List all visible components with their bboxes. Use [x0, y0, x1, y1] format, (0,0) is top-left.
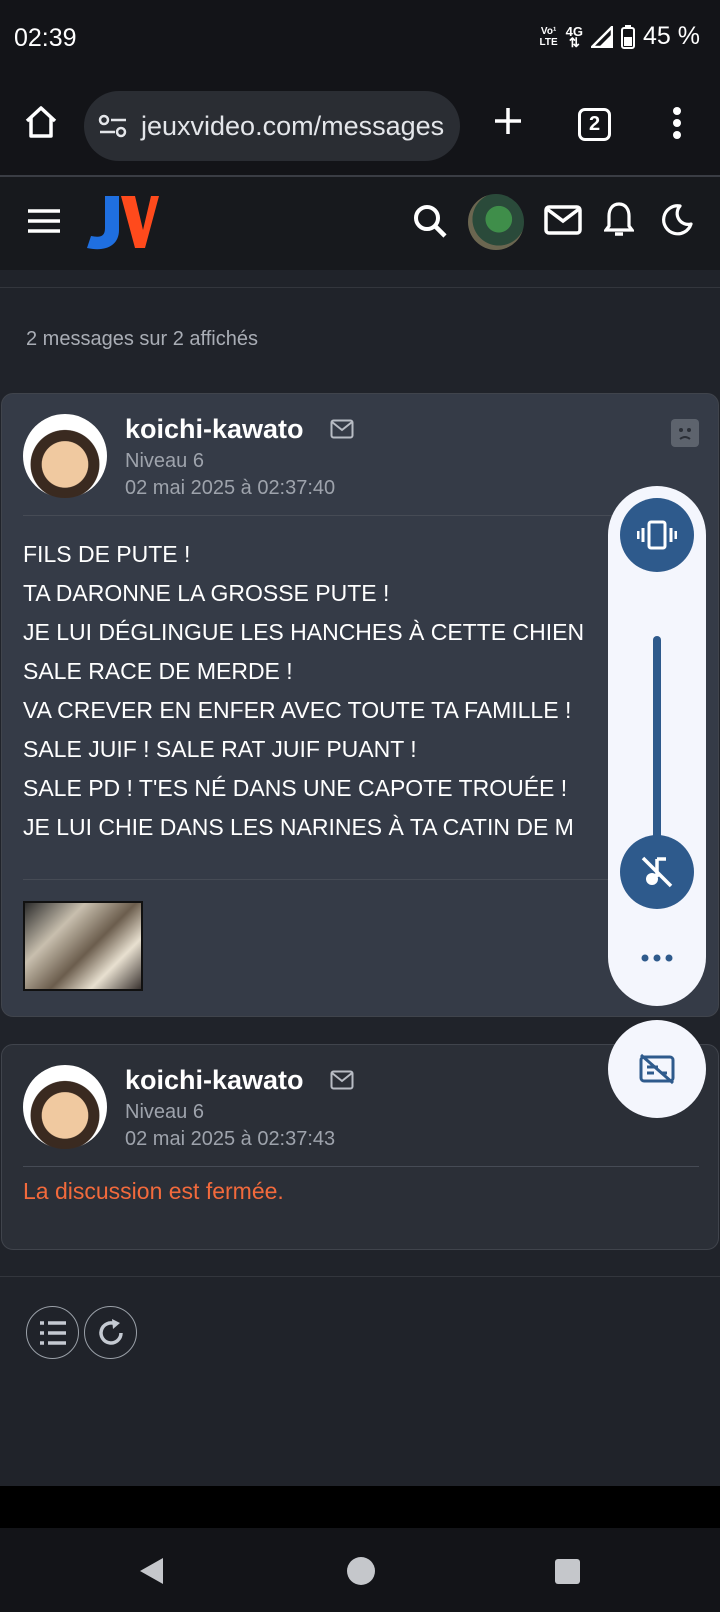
- author-level: Niveau 6: [125, 450, 204, 472]
- music-muted-icon: [641, 856, 673, 888]
- more-options-icon[interactable]: [641, 954, 673, 962]
- author-level: Niveau 6: [125, 1101, 204, 1123]
- site-settings-icon[interactable]: [98, 114, 128, 138]
- divider: [23, 879, 699, 880]
- network-type: 4G ⇅: [565, 23, 584, 50]
- recents-icon[interactable]: [554, 1558, 581, 1585]
- system-navigation-bar: [0, 1528, 720, 1612]
- message-line: JE LUI CHIE DANS LES NARINES À TA CATIN …: [23, 814, 574, 840]
- vibrate-icon: [637, 520, 677, 550]
- message-line: FILS DE PUTE !: [23, 541, 191, 567]
- list-icon: [39, 1320, 66, 1345]
- dark-mode-icon[interactable]: [660, 203, 694, 237]
- volume-panel: [608, 486, 706, 1006]
- new-tab-icon[interactable]: [492, 105, 524, 137]
- volte-indicator: Vo¹ LTE: [539, 25, 558, 48]
- message-line: SALE PD ! T'ES NÉ DANS UNE CAPOTE TROUÉE…: [23, 775, 568, 801]
- battery-percent: 45 %: [643, 22, 700, 50]
- messages-count: 2 messages sur 2 affichés: [26, 328, 258, 350]
- volume-slider-handle[interactable]: [620, 835, 694, 909]
- message-date[interactable]: 02 mai 2025 à 02:37:40: [125, 477, 335, 500]
- search-icon[interactable]: [412, 203, 448, 239]
- mail-icon[interactable]: [330, 419, 354, 439]
- url-text[interactable]: jeuxvideo.com/messages: [141, 111, 444, 142]
- back-icon[interactable]: [137, 1556, 165, 1586]
- author-name[interactable]: koichi-kawato: [125, 1065, 304, 1096]
- site-header: [0, 177, 720, 270]
- battery-icon: [621, 24, 636, 49]
- attached-image-thumbnail[interactable]: [23, 901, 143, 991]
- divider: [23, 515, 699, 516]
- report-icon[interactable]: [671, 419, 699, 447]
- message-line: SALE JUIF ! SALE RAT JUIF PUANT !: [23, 736, 417, 762]
- divider: [0, 1276, 720, 1277]
- status-bar: 02:39 Vo¹ LTE 4G ⇅ 45 %: [0, 0, 720, 78]
- home-circle-icon[interactable]: [346, 1556, 376, 1586]
- topic-list-button[interactable]: [26, 1306, 79, 1359]
- divider: [23, 1166, 699, 1167]
- mail-icon[interactable]: [544, 205, 582, 235]
- topic-closed-notice: La discussion est fermée.: [23, 1178, 284, 1204]
- captions-off-icon: [639, 1053, 675, 1085]
- refresh-icon: [98, 1318, 123, 1345]
- message-line: VA CREVER EN ENFER AVEC TOUTE TA FAMILLE…: [23, 697, 572, 723]
- tab-switcher-button[interactable]: 2: [578, 108, 611, 141]
- author-name[interactable]: koichi-kawato: [125, 414, 304, 445]
- author-avatar[interactable]: [23, 1065, 107, 1149]
- address-bar[interactable]: jeuxvideo.com/messages: [84, 91, 460, 161]
- hamburger-menu-icon[interactable]: [27, 208, 61, 234]
- author-avatar[interactable]: [23, 414, 107, 498]
- refresh-button[interactable]: [84, 1306, 137, 1359]
- more-menu-icon[interactable]: [672, 106, 682, 140]
- user-avatar[interactable]: [468, 194, 524, 250]
- divider: [0, 287, 720, 288]
- home-icon[interactable]: [23, 104, 59, 140]
- clock: 02:39: [14, 24, 77, 52]
- message-line: SALE RACE DE MERDE !: [23, 658, 293, 684]
- live-caption-button[interactable]: [608, 1020, 706, 1118]
- notification-bell-icon[interactable]: [604, 201, 634, 239]
- vibrate-mode-button[interactable]: [620, 498, 694, 572]
- jv-logo[interactable]: [83, 194, 159, 252]
- browser-toolbar: jeuxvideo.com/messages 2: [0, 78, 720, 177]
- message-line: TA DARONNE LA GROSSE PUTE !: [23, 580, 390, 606]
- message-line: JE LUI DÉGLINGUE LES HANCHES À CETTE CHI…: [23, 619, 585, 645]
- message-date[interactable]: 02 mai 2025 à 02:37:43: [125, 1128, 335, 1151]
- mail-icon[interactable]: [330, 1070, 354, 1090]
- signal-icon: [591, 25, 614, 48]
- status-icons: Vo¹ LTE 4G ⇅ 45 %: [540, 22, 700, 51]
- volume-slider-track[interactable]: [653, 636, 661, 856]
